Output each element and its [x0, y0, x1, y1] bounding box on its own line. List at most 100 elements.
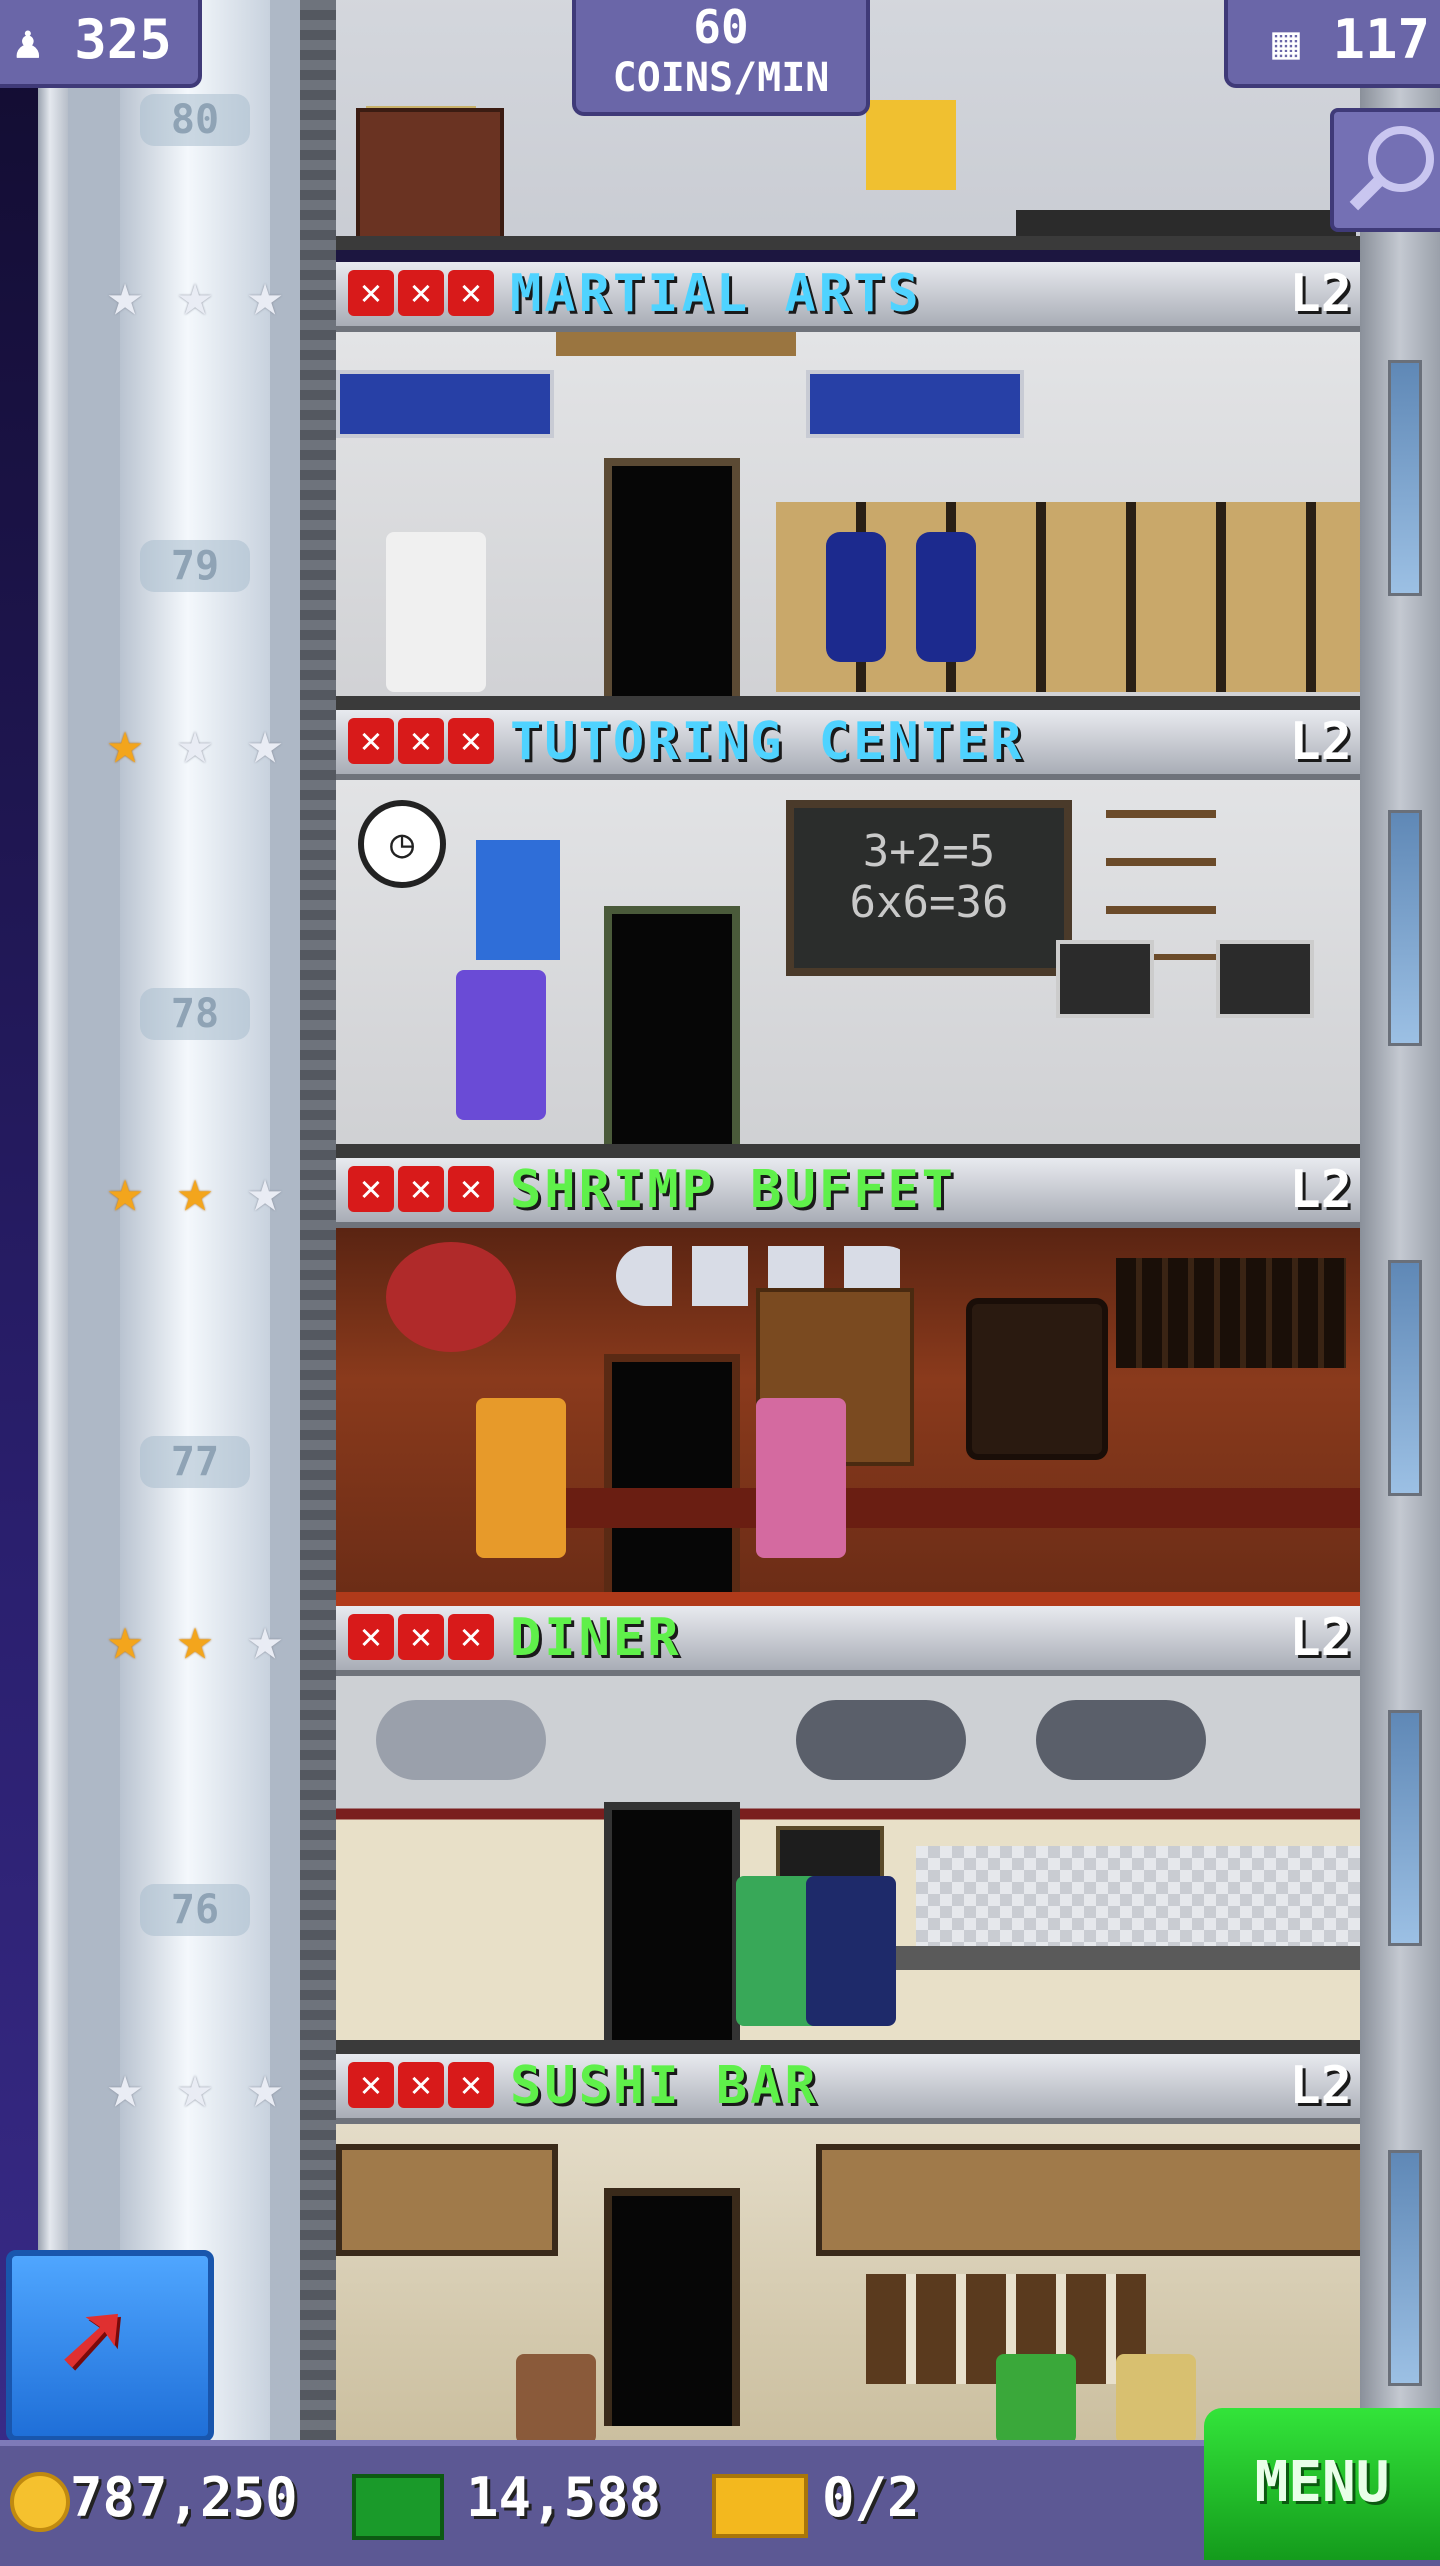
star-silver-icon: ★	[246, 2052, 284, 2122]
bitizen-chef[interactable]	[756, 1398, 846, 1558]
computer-monitor	[1216, 940, 1314, 1018]
tiled-wall	[916, 1846, 1360, 1956]
star-silver-icon: ★	[106, 2052, 144, 2122]
wall-grille	[1116, 1258, 1346, 1368]
out-of-stock-icon: ✕	[398, 718, 444, 764]
blackboard-line: 3+2=5	[862, 826, 996, 877]
diner-window	[796, 1700, 966, 1780]
population-icon: ♟	[14, 15, 42, 69]
star-silver-icon: ★	[176, 708, 214, 778]
room-interior	[336, 1676, 1360, 2054]
room-door	[604, 906, 740, 1144]
floor-sushi-bar[interactable]: ✕ ✕ ✕ SUSHI BAR L2	[336, 2054, 1360, 2440]
floor-name: TUTORING CENTER	[510, 712, 1025, 772]
floor-number: 78	[140, 988, 250, 1040]
bitizen-guest[interactable]	[516, 2354, 596, 2440]
wall-poster	[866, 100, 956, 190]
star-silver-icon: ★	[106, 260, 144, 330]
floors-counter[interactable]: ▦ 117	[1224, 0, 1440, 88]
floor-line	[336, 696, 1360, 710]
floor-level: L2	[1289, 1608, 1352, 1668]
star-gold-icon: ★	[106, 708, 144, 778]
shrimp-wall-art	[386, 1242, 516, 1352]
bitizen-guest[interactable]	[996, 2354, 1076, 2440]
floor-stars: ★ ★ ★	[94, 1160, 296, 1222]
floor-name: SHRIMP BUFFET	[510, 1160, 956, 1220]
stock-status: ✕ ✕ ✕	[348, 270, 494, 316]
floor-number: 80	[140, 94, 250, 146]
right-window	[1388, 360, 1422, 596]
star-gold-icon: ★	[176, 1604, 214, 1674]
floor-tutoring-center[interactable]: ✕ ✕ ✕ TUTORING CENTER L2 ◷ 3+2=5 6x6=36	[336, 710, 1360, 1158]
coins-rate-value: 60	[693, 0, 749, 54]
coins-rate-unit: COINS/MIN	[612, 55, 830, 101]
bulletin-board	[356, 108, 504, 250]
room-door	[604, 458, 740, 696]
elevator-up-button[interactable]: ➚	[6, 2250, 214, 2442]
stock-status: ✕ ✕ ✕	[348, 2062, 494, 2108]
floor-banner: ✕ ✕ ✕ SHRIMP BUFFET L2	[336, 1158, 1360, 1228]
room-interior	[336, 1228, 1360, 1606]
aquarium	[966, 1298, 1108, 1460]
computer-monitor	[1056, 940, 1154, 1018]
floor-name: DINER	[510, 1608, 682, 1668]
floor-banner: ✕ ✕ ✕ SUSHI BAR L2	[336, 2054, 1360, 2124]
floor-level: L2	[1289, 264, 1352, 324]
room-interior	[336, 332, 1360, 710]
diner-window	[1036, 1700, 1206, 1780]
floor-banner: ✕ ✕ ✕ TUTORING CENTER L2	[336, 710, 1360, 780]
shoji-window	[816, 2144, 1360, 2256]
torii-gate	[556, 332, 796, 356]
diner-counter	[896, 1946, 1360, 1970]
floors-count-value: 117	[1332, 8, 1430, 71]
star-silver-icon: ★	[246, 260, 284, 330]
floor-martial-arts[interactable]: ✕ ✕ ✕ MARTIAL ARTS L2	[336, 262, 1360, 710]
bitizen-guest[interactable]	[1116, 2354, 1196, 2440]
room-interior: ◷ 3+2=5 6x6=36	[336, 780, 1360, 1158]
floor-stars: ★ ★ ★	[94, 1608, 296, 1670]
floor-level: L2	[1289, 712, 1352, 772]
star-silver-icon: ★	[246, 708, 284, 778]
stock-status: ✕ ✕ ✕	[348, 1166, 494, 1212]
star-gold-icon: ★	[106, 1604, 144, 1674]
stock-status: ✕ ✕ ✕	[348, 718, 494, 764]
floor-number: 77	[140, 1436, 250, 1488]
apple-poster	[476, 840, 560, 960]
floor-level: L2	[1289, 2056, 1352, 2116]
menu-button[interactable]: MENU	[1204, 2408, 1440, 2560]
magnifier-handle	[1349, 173, 1387, 211]
room-door	[604, 1802, 740, 2040]
coin-icon	[10, 2472, 70, 2532]
floor-shrimp-buffet[interactable]: ✕ ✕ ✕ SHRIMP BUFFET L2	[336, 1158, 1360, 1606]
out-of-stock-icon: ✕	[348, 718, 394, 764]
bitizen-diner[interactable]	[476, 1398, 566, 1558]
out-of-stock-icon: ✕	[448, 1166, 494, 1212]
bitizen-student[interactable]	[456, 970, 546, 1120]
out-of-stock-icon: ✕	[448, 1614, 494, 1660]
out-of-stock-icon: ✕	[448, 2062, 494, 2108]
right-window	[1388, 2150, 1422, 2386]
wall-banner	[806, 370, 1024, 438]
star-gold-icon: ★	[176, 1156, 214, 1226]
right-window	[1388, 1260, 1422, 1496]
bitizen-customer[interactable]	[806, 1876, 896, 2026]
elevator-rail	[300, 0, 336, 2440]
blackboard: 3+2=5 6x6=36	[786, 800, 1072, 976]
floor-diner[interactable]: ✕ ✕ ✕ DINER L2	[336, 1606, 1360, 2054]
bookshelf	[1106, 810, 1216, 960]
room-interior	[336, 2124, 1360, 2440]
out-of-stock-icon: ✕	[398, 1614, 444, 1660]
bitizen-martial-artist[interactable]	[386, 532, 486, 692]
search-floors-button[interactable]	[1330, 108, 1440, 232]
out-of-stock-icon: ✕	[348, 2062, 394, 2108]
population-counter[interactable]: ♟ 325	[0, 0, 202, 88]
floor-line	[336, 1592, 1360, 1606]
ticket-icon	[712, 2474, 808, 2538]
punching-bag	[826, 532, 886, 662]
bux-balance: 14,588	[466, 2466, 662, 2529]
arrow-up-right-icon: ➚	[58, 2276, 125, 2404]
star-silver-icon: ★	[176, 2052, 214, 2122]
population-value: 325	[74, 8, 172, 71]
room-door	[604, 1354, 740, 1592]
blackboard-line: 6x6=36	[849, 877, 1009, 928]
